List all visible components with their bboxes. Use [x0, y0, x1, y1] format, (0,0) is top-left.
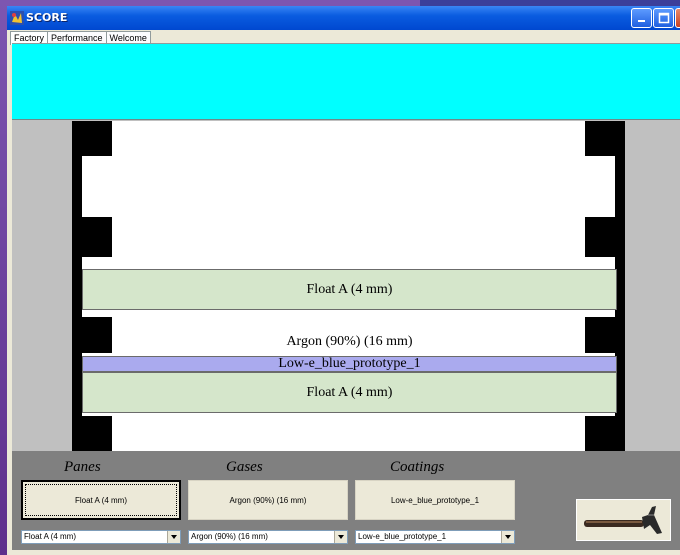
pane-select[interactable]: Float A (4 mm) [21, 530, 181, 544]
layer-controls: Panes Gases Coatings Float A (4 mm) Argo… [12, 451, 680, 550]
hammer-icon [584, 506, 662, 534]
pane-select-value: Float A (4 mm) [24, 532, 77, 541]
left-spacer-top [72, 121, 112, 156]
coatings-heading: Coatings [390, 459, 445, 475]
window-title: SCORE [26, 11, 68, 24]
left-spacer-bottom [72, 416, 112, 451]
gas-select-value: Argon (90%) (16 mm) [191, 532, 268, 541]
maximize-icon [658, 12, 670, 24]
close-button[interactable] [675, 8, 680, 28]
add-pane-button[interactable]: Float A (4 mm) [21, 480, 181, 520]
chevron-down-icon[interactable] [167, 531, 180, 543]
gases-heading: Gases [226, 459, 263, 475]
gas-layer-label[interactable]: Argon (90%) (16 mm) [82, 332, 617, 352]
left-spacer-upper [72, 217, 112, 257]
title-bar[interactable]: SCORE [7, 6, 680, 30]
chevron-down-icon[interactable] [501, 531, 514, 543]
app-icon [10, 11, 24, 25]
coating-layer[interactable]: Low-e_blue_prototype_1 [82, 356, 617, 372]
app-window: SCORE Factory Performance Welcome Float … [7, 6, 680, 555]
header-banner [12, 44, 680, 120]
panes-heading: Panes [64, 459, 101, 475]
pane-layer-outer[interactable]: Float A (4 mm) [82, 269, 617, 310]
maximize-button[interactable] [653, 8, 674, 28]
chevron-down-icon[interactable] [334, 531, 347, 543]
right-spacer-upper [585, 217, 625, 257]
coating-select[interactable]: Low-e_blue_prototype_1 [355, 530, 515, 544]
add-gas-button[interactable]: Argon (90%) (16 mm) [188, 480, 348, 520]
coating-select-value: Low-e_blue_prototype_1 [358, 532, 447, 541]
pane-layer-inner[interactable]: Float A (4 mm) [82, 372, 617, 413]
build-button[interactable] [576, 499, 671, 541]
factory-panel: Float A (4 mm) Argon (90%) (16 mm) Low-e… [12, 43, 680, 550]
gas-select[interactable]: Argon (90%) (16 mm) [188, 530, 348, 544]
minimize-button[interactable] [631, 8, 652, 28]
right-spacer-top [585, 121, 625, 156]
minimize-icon [638, 20, 645, 22]
add-coating-button[interactable]: Low-e_blue_prototype_1 [355, 480, 515, 520]
right-spacer-bottom [585, 416, 625, 451]
